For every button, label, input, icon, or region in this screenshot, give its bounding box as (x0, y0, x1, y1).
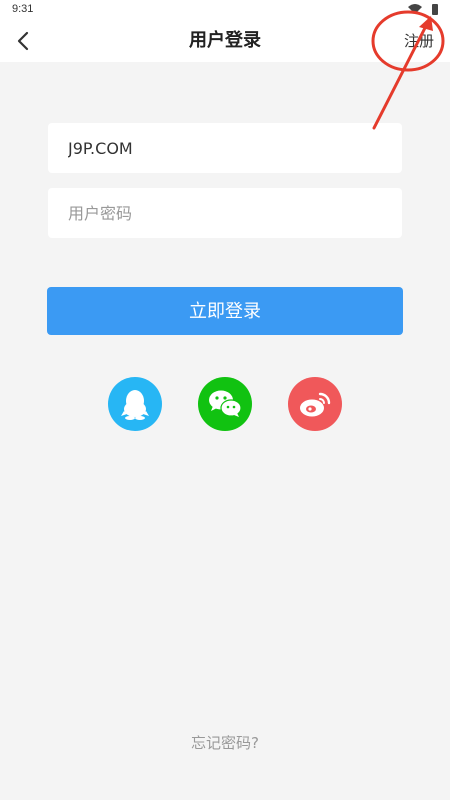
forgot-password-link[interactable]: 忘记密码? (0, 732, 450, 753)
register-link[interactable]: 注册 (404, 20, 434, 62)
status-time: 9:31 (12, 3, 34, 15)
wifi-icon (408, 4, 422, 14)
wechat-icon (209, 390, 242, 417)
username-field-container (48, 123, 402, 173)
password-field-container (48, 188, 402, 238)
navigation-bar: 用户登录 注册 (0, 20, 450, 62)
page-title: 用户登录 (189, 30, 261, 51)
username-field[interactable] (66, 137, 384, 159)
weibo-icon (300, 392, 331, 417)
qq-login-button[interactable] (108, 377, 162, 431)
back-button[interactable] (8, 24, 38, 58)
qq-icon (121, 390, 149, 420)
wechat-login-button[interactable] (198, 377, 252, 431)
weibo-login-button[interactable] (288, 377, 342, 431)
password-field[interactable] (66, 202, 384, 224)
status-bar: 9:31 (0, 0, 450, 20)
login-button[interactable]: 立即登录 (47, 287, 403, 335)
battery-icon (432, 4, 438, 15)
chevron-left-icon (17, 31, 29, 51)
